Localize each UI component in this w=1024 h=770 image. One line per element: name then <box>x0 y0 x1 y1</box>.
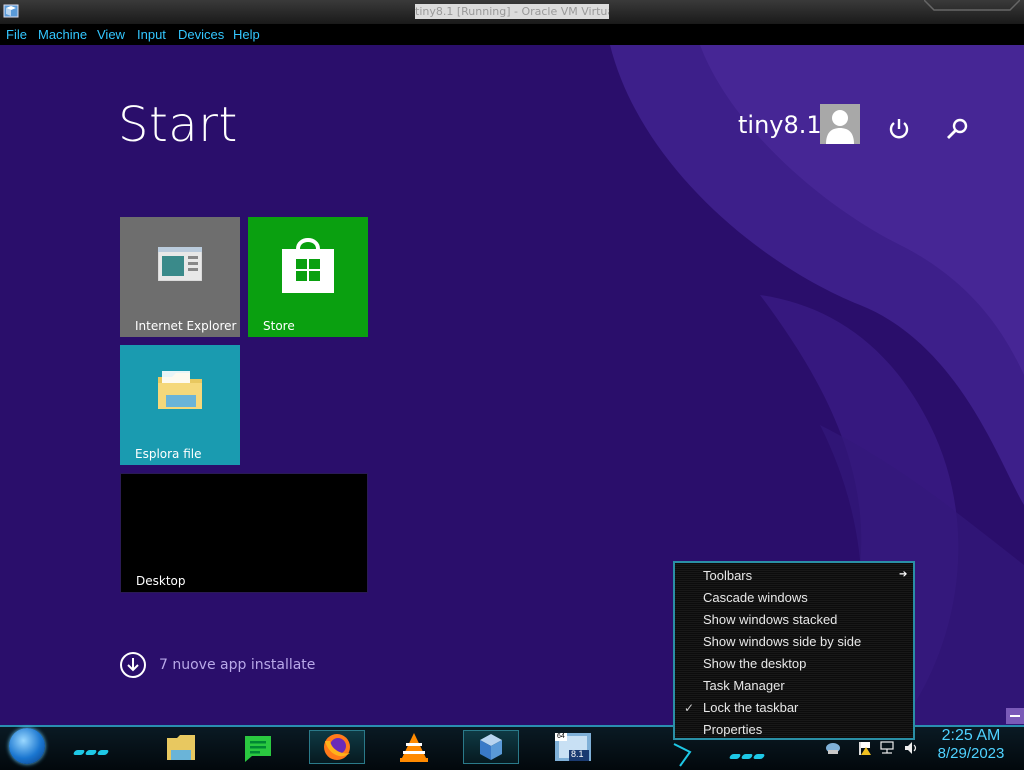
taskbar-file-explorer[interactable] <box>153 730 209 764</box>
menu-item-cascade-windows[interactable]: Cascade windows <box>703 590 808 605</box>
tile-label: Store <box>263 319 295 333</box>
new-apps-installed-text: 7 nuove app installate <box>159 657 316 673</box>
clock-time: 2:25 AM <box>941 727 1001 744</box>
power-icon[interactable] <box>885 115 913 143</box>
firefox-icon <box>324 734 350 760</box>
taskbar-decoration-dots <box>72 740 110 755</box>
tile-esplora-file[interactable]: Esplora file <box>120 345 240 465</box>
taskbar-decoration-dots-right <box>728 744 766 759</box>
tile-internet-explorer[interactable]: Internet Explorer <box>120 217 240 337</box>
menu-file[interactable]: File <box>6 27 27 42</box>
taskbar-windows-8-1[interactable]: 64 8.1 <box>545 730 601 764</box>
virtualbox-icon <box>480 734 502 760</box>
menu-item-show-windows-stacked[interactable]: Show windows stacked <box>703 612 837 627</box>
tile-label: Esplora file <box>135 447 202 461</box>
menu-item-task-manager[interactable]: Task Manager <box>703 678 785 693</box>
window-title: tiny8.1 [Running] - Oracle VM VirtualBox <box>415 4 609 19</box>
menu-view[interactable]: View <box>97 27 125 42</box>
taskbar-context-menu: Toolbars ➔ Cascade windows Show windows … <box>673 561 915 740</box>
virtualbox-app-icon[interactable] <box>3 3 19 19</box>
start-title: Start <box>118 97 238 153</box>
title-bar-decoration <box>924 0 1020 11</box>
file-explorer-icon <box>167 735 195 760</box>
minimize-icon[interactable] <box>1006 708 1024 724</box>
menu-machine[interactable]: Machine <box>38 27 87 42</box>
win81-version-label: 8.1 <box>571 749 584 759</box>
tile-label: Desktop <box>136 574 186 588</box>
win81-bits-label: 64 <box>557 733 565 740</box>
menu-item-show-windows-side-by-side[interactable]: Show windows side by side <box>703 634 861 649</box>
green-chat-icon <box>245 736 271 762</box>
window-title-bar: tiny8.1 [Running] - Oracle VM VirtualBox <box>0 0 1024 25</box>
submenu-arrow-icon: ➔ <box>899 569 908 580</box>
lan-icon[interactable] <box>880 741 894 755</box>
taskbar-virtualbox[interactable] <box>463 730 519 764</box>
network-icon[interactable] <box>826 741 840 755</box>
menu-input[interactable]: Input <box>137 27 166 42</box>
checkmark-icon: ✓ <box>684 701 695 715</box>
flag-warning-icon[interactable] <box>858 741 872 755</box>
internet-explorer-icon <box>158 247 202 281</box>
menu-devices[interactable]: Devices <box>178 27 224 42</box>
menu-bar: File Machine View Input Devices Help <box>0 24 1024 45</box>
down-arrow-icon <box>120 652 146 678</box>
menu-item-show-the-desktop[interactable]: Show the desktop <box>703 656 806 671</box>
search-icon[interactable] <box>944 115 972 143</box>
tile-store[interactable]: Store <box>248 217 368 337</box>
folder-icon <box>158 371 202 409</box>
start-orb-button[interactable] <box>9 728 45 764</box>
taskbar-clock[interactable]: 2:25 AM 8/29/2023 <box>930 727 1012 763</box>
volume-icon[interactable] <box>904 741 918 755</box>
taskbar-hook-decoration <box>673 743 692 767</box>
menu-help[interactable]: Help <box>233 27 260 42</box>
taskbar-green-chat[interactable] <box>230 730 286 764</box>
clock-date: 8/29/2023 <box>937 745 1005 762</box>
user-avatar-icon[interactable] <box>820 104 860 144</box>
vlc-icon <box>400 733 428 762</box>
store-bag-icon <box>282 238 334 293</box>
taskbar-vlc[interactable] <box>386 730 442 764</box>
menu-item-properties[interactable]: Properties <box>703 722 762 737</box>
tile-label: Internet Explorer <box>135 319 237 333</box>
menu-item-lock-the-taskbar[interactable]: Lock the taskbar <box>703 700 798 715</box>
tile-desktop[interactable]: Desktop <box>120 473 368 593</box>
menu-item-toolbars[interactable]: Toolbars <box>703 568 752 583</box>
taskbar-firefox[interactable] <box>309 730 365 764</box>
user-name[interactable]: tiny8.1 <box>738 111 822 139</box>
